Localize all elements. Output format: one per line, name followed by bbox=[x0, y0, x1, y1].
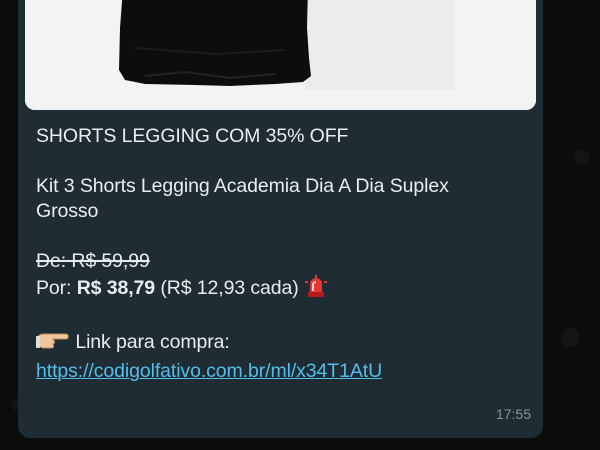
new-price-value: R$ 38,79 bbox=[76, 277, 156, 299]
product-image[interactable] bbox=[25, 0, 536, 110]
message-title: SHORTS LEGGING COM 35% OFF bbox=[36, 125, 349, 147]
link-label-line: Link para compra: bbox=[36, 330, 449, 359]
link-label: Link para compra: bbox=[70, 331, 230, 353]
old-price: De: R$ 59,99 bbox=[36, 250, 150, 272]
siren-icon bbox=[304, 274, 328, 305]
message-text: SHORTS LEGGING COM 35% OFF Kit 3 Shorts … bbox=[36, 124, 449, 384]
unit-price: (R$ 12,93 cada) bbox=[155, 277, 304, 299]
new-price-label: Por: bbox=[36, 277, 77, 299]
product-description-line-2: Grosso bbox=[36, 200, 99, 222]
product-description-line-1: Kit 3 Shorts Legging Academia Dia A Dia … bbox=[36, 175, 449, 197]
shorts-photo-icon bbox=[25, 0, 536, 110]
purchase-link[interactable]: https://codigolfativo.com.br/ml/x34T1AtU bbox=[36, 359, 449, 384]
new-price-line: Por: R$ 38,79 (R$ 12,93 cada) bbox=[36, 274, 449, 305]
message-timestamp: 17:55 bbox=[495, 406, 531, 422]
pointing-right-icon bbox=[36, 330, 70, 359]
message-bubble[interactable]: SHORTS LEGGING COM 35% OFF Kit 3 Shorts … bbox=[18, 0, 543, 438]
